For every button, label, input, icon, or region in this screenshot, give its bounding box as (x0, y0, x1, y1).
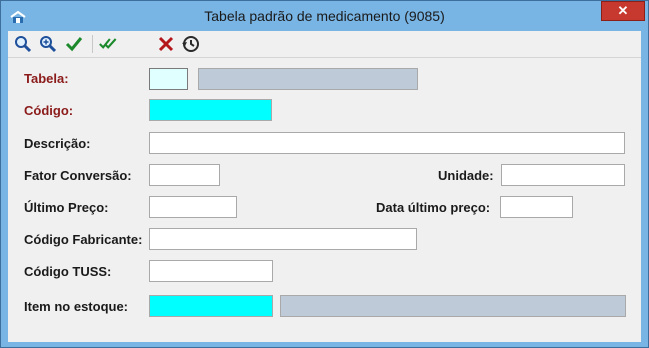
dialog-window: Tabela padrão de medicamento (9085) ✕ Ta… (0, 0, 649, 348)
history-icon[interactable] (181, 34, 201, 54)
item-estoque-description-field (280, 295, 626, 317)
unidade-label: Unidade: (438, 168, 494, 183)
toolbar-separator (92, 35, 93, 53)
descricao-input[interactable] (149, 132, 625, 154)
double-check-icon[interactable] (99, 34, 119, 54)
codigo-input[interactable] (149, 99, 272, 121)
codigo-tuss-input[interactable] (149, 260, 273, 282)
close-button[interactable]: ✕ (601, 1, 645, 21)
fator-conversao-input[interactable] (149, 164, 220, 186)
client-area: Tabela: Código: Descrição: Fator Convers… (8, 31, 641, 342)
data-ultimo-preco-label: Data último preço: (376, 200, 491, 215)
tabela-description-field (198, 68, 418, 90)
codigo-tuss-label: Código TUSS: (24, 264, 112, 279)
title-bar[interactable]: Tabela padrão de medicamento (9085) ✕ (1, 1, 648, 31)
cancel-icon[interactable] (156, 34, 176, 54)
window-title: Tabela padrão de medicamento (9085) (204, 8, 445, 24)
toolbar (8, 31, 641, 58)
codigo-fabricante-label: Código Fabricante: (24, 232, 143, 247)
form-area: Tabela: Código: Descrição: Fator Convers… (8, 58, 641, 342)
codigo-fabricante-input[interactable] (149, 228, 417, 250)
check-icon[interactable] (64, 34, 84, 54)
unidade-input[interactable] (501, 164, 625, 186)
tabela-input[interactable] (149, 68, 188, 90)
tabela-label: Tabela: (24, 71, 69, 86)
codigo-label: Código: (24, 103, 74, 118)
descricao-label: Descrição: (24, 136, 91, 151)
item-estoque-input[interactable] (149, 295, 273, 317)
search-icon[interactable] (13, 34, 33, 54)
fator-conversao-label: Fator Conversão: (24, 168, 132, 183)
data-ultimo-preco-input[interactable] (500, 196, 573, 218)
ultimo-preco-label: Último Preço: (24, 200, 109, 215)
item-estoque-label: Item no estoque: (24, 299, 129, 314)
search-plus-icon[interactable] (38, 34, 58, 54)
ultimo-preco-input[interactable] (149, 196, 237, 218)
